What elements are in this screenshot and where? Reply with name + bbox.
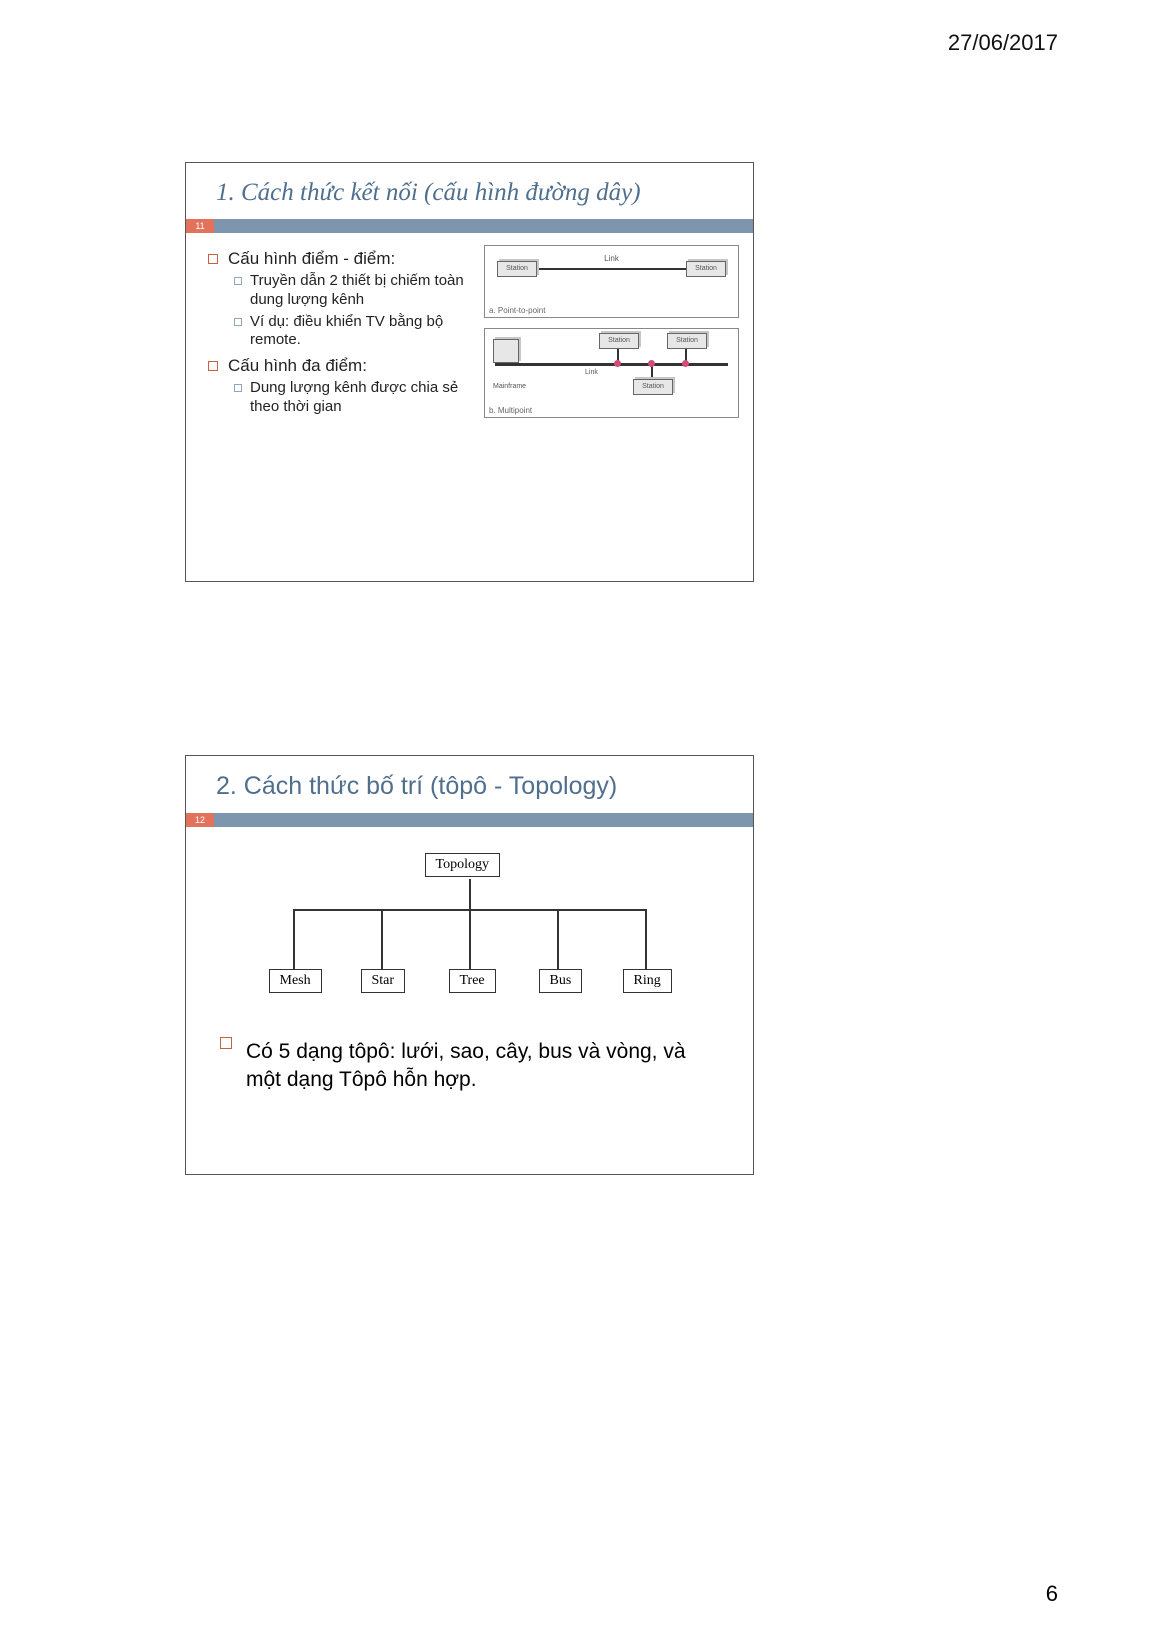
station-box: Station [497,261,537,277]
tap-dot [614,360,621,367]
topology-tree: Topology Mesh Star Tree Bus Ring [186,827,753,1028]
diagram-multipoint: Link Station Station Station Mainframe b… [484,328,739,418]
slide-number-badge: 11 [186,219,214,233]
mainframe-box [493,339,519,363]
diagram-point-to-point: Link Station Station a. Point-to-point [484,245,739,318]
tree-root: Topology [425,853,500,877]
divider-stripe [214,813,753,827]
text-column: Cấu hình điểm - điểm: Truyền dẫn 2 thiết… [200,245,484,428]
tree-line [557,909,559,969]
text: Cấu hình điểm - điểm: [228,249,395,268]
bullet-p2p-heading: Cấu hình điểm - điểm: Truyền dẫn 2 thiết… [228,249,484,350]
summary-bullet: Có 5 dạng tôpô: lưới, sao, cây, bus và v… [186,1028,753,1105]
divider-row: 12 [186,813,753,827]
link-label: Link [585,369,598,376]
diagram-column: Link Station Station a. Point-to-point L… [484,245,739,428]
slide-body: Cấu hình điểm - điểm: Truyền dẫn 2 thiết… [186,233,753,428]
slide-12: 2. Cách thức bố trí (tôpô - Topology) 12… [185,755,754,1175]
bullet-sub: Ví dụ: điều khiển TV bằng bộ remote. [250,313,484,351]
drop-line [651,366,653,380]
slide-11: 1. Cách thức kết nối (cấu hình đường dây… [185,162,754,582]
caption: a. Point-to-point [485,304,738,317]
station-box: Station [686,261,726,277]
slide-number-badge: 12 [186,813,214,827]
page-number: 6 [1046,1581,1058,1607]
tree-leaf: Mesh [269,969,322,993]
mainframe-label: Mainframe [493,383,526,390]
tree-line [293,909,295,969]
header-date: 27/06/2017 [948,30,1058,56]
tree-leaf: Star [361,969,406,993]
tree-leaf: Bus [539,969,583,993]
bullet-sub: Dung lượng kênh được chia sẻ theo thời g… [250,379,484,417]
text: Cấu hình đa điểm: [228,356,367,375]
page: 27/06/2017 6 1. Cách thức kết nối (cấu h… [0,0,1156,1637]
bullet-mp-heading: Cấu hình đa điểm: Dung lượng kênh được c… [228,356,484,417]
caption: b. Multipoint [485,404,738,417]
tree-line [381,909,383,969]
slide-title: 2. Cách thức bố trí (tôpô - Topology) [186,756,753,813]
station-box: Station [667,333,707,349]
tree-line [469,879,471,909]
bus-line [495,363,728,366]
bullet-sub: Truyền dẫn 2 thiết bị chiếm toàn dung lư… [250,272,484,310]
divider-row: 11 [186,219,753,233]
slide-title: 1. Cách thức kết nối (cấu hình đường dây… [186,163,753,219]
tree-leaf: Ring [623,969,672,993]
tree-line [469,909,471,969]
tap-dot [682,360,689,367]
station-box: Station [599,333,639,349]
divider-stripe [214,219,753,233]
tree-leaf: Tree [449,969,496,993]
tap-dot [648,360,655,367]
tree-line [645,909,647,969]
station-box: Station [633,379,673,395]
